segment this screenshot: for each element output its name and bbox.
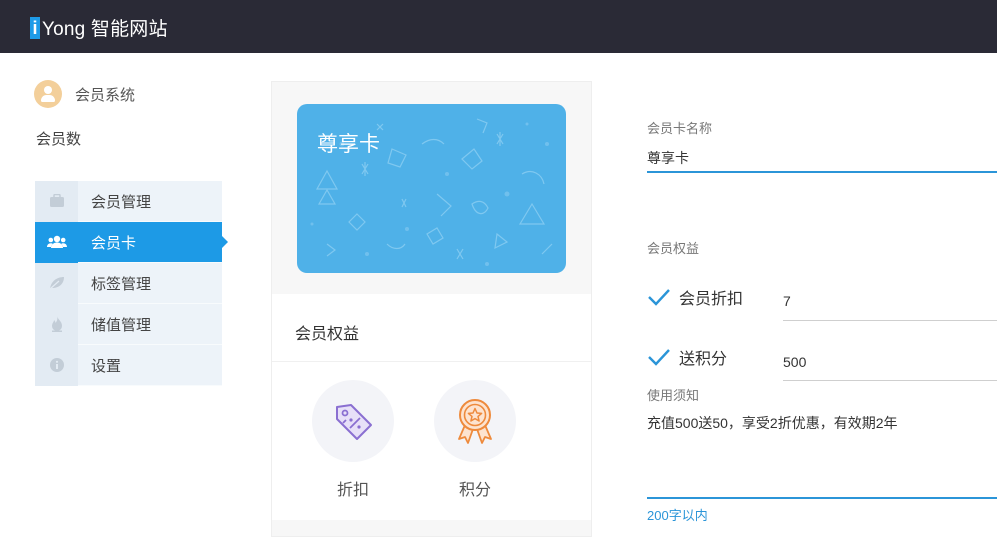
avatar[interactable] xyxy=(34,80,62,108)
avatar-head xyxy=(44,86,52,94)
benefit-label: 积分 xyxy=(458,482,491,499)
user-system-label: 会员系统 xyxy=(75,86,136,104)
logo-mark: i xyxy=(30,16,40,39)
member-count-label: 会员数 xyxy=(36,131,82,148)
notice-label: 使用须知 xyxy=(647,388,700,403)
sidebar-item-stored-value[interactable]: 储值管理 xyxy=(35,303,222,345)
points-medal-icon xyxy=(458,399,492,444)
sidebar-item-label: 储值管理 xyxy=(91,316,152,334)
sidebar-item-member-card[interactable]: 会员卡 xyxy=(35,221,228,263)
card-name-label: 会员卡名称 xyxy=(647,121,713,136)
sidebar-item-label: 会员管理 xyxy=(91,193,152,211)
info-icon xyxy=(35,344,78,386)
benefit-points[interactable]: 积分 xyxy=(434,380,516,500)
avatar-body xyxy=(41,95,55,102)
card-name-display: 尊享卡 xyxy=(317,133,380,156)
benefits-title: 会员权益 xyxy=(295,326,360,343)
sidebar-item-tag-management[interactable]: 标签管理 xyxy=(35,262,222,304)
notice-counter: 200字以内 xyxy=(647,508,708,523)
card-preview-panel: 尊享卡 会员权益 折扣 积分 xyxy=(271,81,592,537)
notice-underline xyxy=(647,497,997,499)
card-name-underline xyxy=(647,171,997,173)
notice-textarea[interactable]: 充值500送50，享受2折优惠，有效期2年 xyxy=(647,413,898,433)
points-underline xyxy=(783,380,997,381)
discount-input[interactable]: 7 xyxy=(783,293,791,309)
points-label: 送积分 xyxy=(679,351,728,368)
discount-label: 会员折扣 xyxy=(679,291,744,308)
leaf-icon xyxy=(35,262,78,304)
sidebar-item-settings[interactable]: 设置 xyxy=(35,344,222,386)
sidebar-item-label: 设置 xyxy=(91,357,122,375)
logo-text: Yong 智能网站 xyxy=(42,19,168,40)
member-card-preview: 尊享卡 xyxy=(297,104,566,273)
user-header[interactable]: 会员系统 xyxy=(34,80,135,108)
brand-logo[interactable]: i Yong 智能网站 xyxy=(30,14,168,41)
points-checkbox[interactable]: 送积分 xyxy=(647,345,727,369)
discount-circle xyxy=(312,380,394,462)
flame-icon xyxy=(35,303,78,345)
sidebar-menu: 会员管理 会员卡 标签管理 储值管理 设置 xyxy=(35,180,228,386)
check-icon xyxy=(648,349,670,366)
briefcase-icon xyxy=(35,180,78,222)
points-input[interactable]: 500 xyxy=(783,354,806,370)
discount-tag-icon xyxy=(336,404,372,440)
top-bar: i Yong 智能网站 xyxy=(0,0,997,53)
sidebar-item-label: 会员卡 xyxy=(91,234,137,252)
rights-label: 会员权益 xyxy=(647,241,700,256)
card-name-input[interactable]: 尊享卡 xyxy=(647,148,689,168)
discount-underline xyxy=(783,320,997,321)
users-icon xyxy=(35,221,78,263)
benefit-discount[interactable]: 折扣 xyxy=(312,380,394,500)
sidebar-item-member-management[interactable]: 会员管理 xyxy=(35,180,222,222)
discount-checkbox[interactable]: 会员折扣 xyxy=(647,285,743,309)
benefit-label: 折扣 xyxy=(336,482,369,499)
sidebar-item-label: 标签管理 xyxy=(91,275,152,293)
check-icon xyxy=(648,289,670,306)
benefits-section: 会员权益 折扣 积分 xyxy=(272,294,591,520)
divider xyxy=(272,361,591,362)
points-circle xyxy=(434,380,516,462)
